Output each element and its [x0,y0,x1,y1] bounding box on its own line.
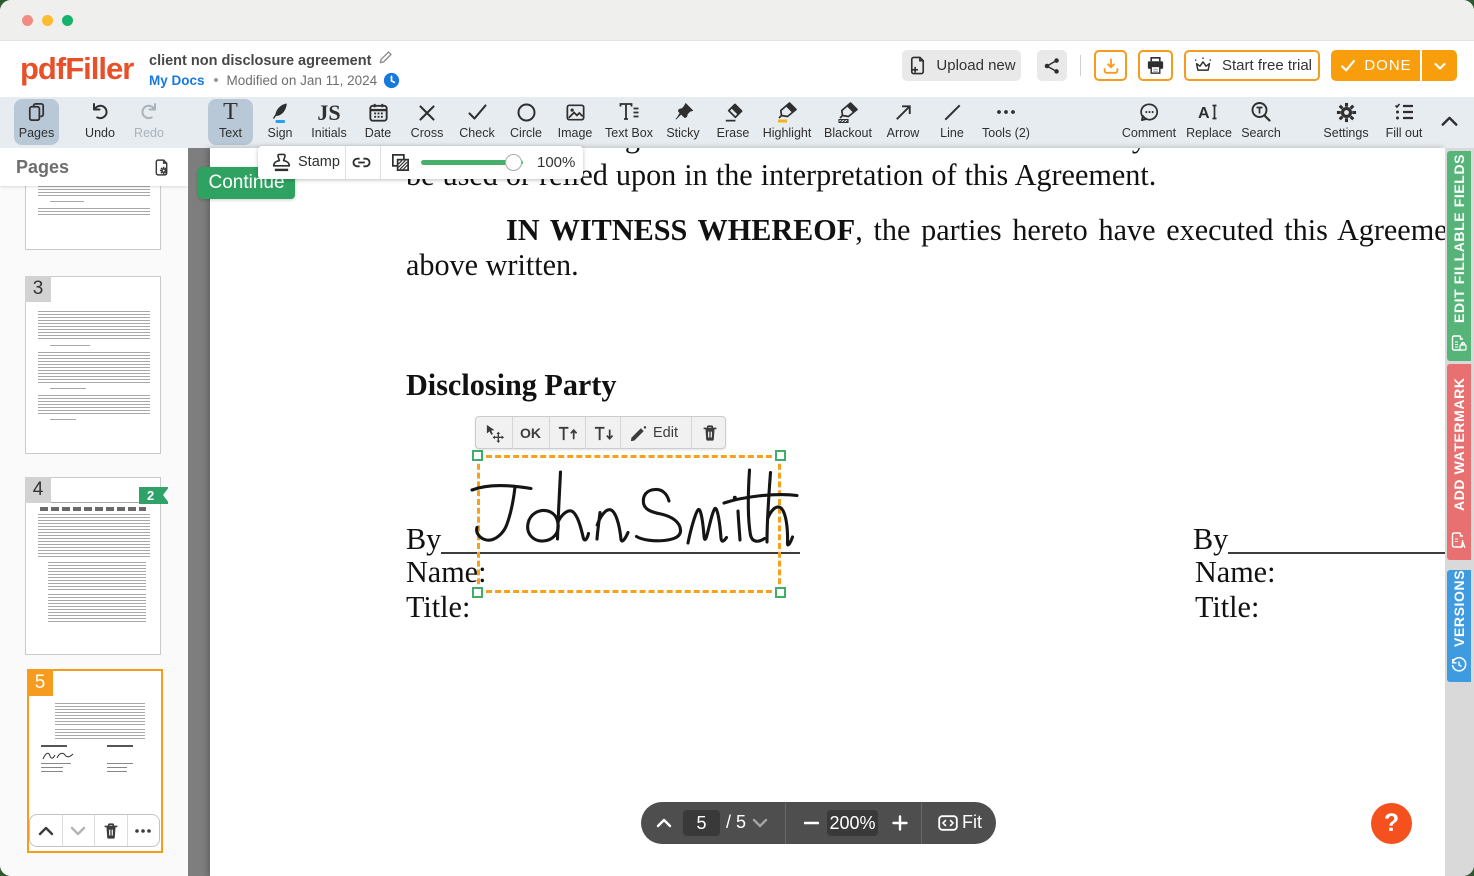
svg-text:A: A [1460,541,1466,549]
svg-text:A: A [1198,105,1210,122]
